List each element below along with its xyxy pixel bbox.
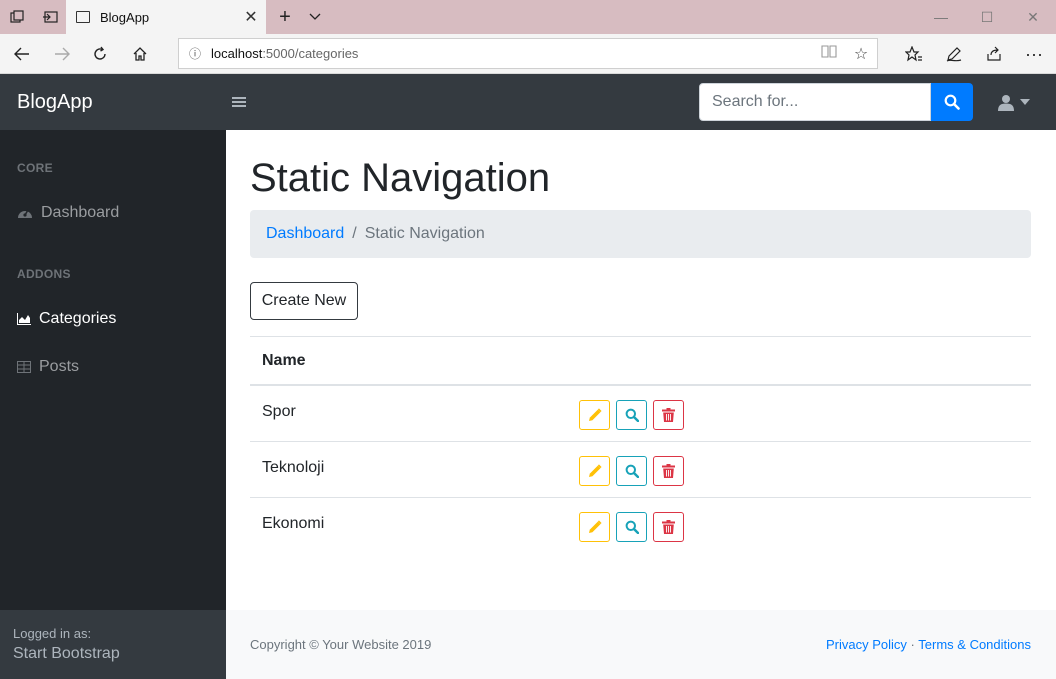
sidebar-item-dashboard[interactable]: Dashboard (17, 201, 119, 225)
pencil-icon (588, 520, 602, 533)
privacy-policy-link[interactable]: Privacy Policy (826, 637, 907, 652)
create-new-button[interactable]: Create New (250, 282, 358, 320)
edit-button[interactable] (579, 512, 610, 542)
sidebar-item-label: Categories (39, 310, 117, 327)
tab-title: BlogApp (100, 9, 150, 25)
delete-button[interactable] (653, 512, 684, 542)
edit-button[interactable] (579, 456, 610, 486)
refresh-icon[interactable] (80, 34, 120, 74)
area-chart-icon (17, 313, 39, 325)
pen-notes-icon[interactable] (934, 34, 974, 74)
delete-button[interactable] (653, 456, 684, 486)
forward-icon[interactable] (42, 34, 82, 74)
edit-button[interactable] (579, 400, 610, 430)
search-icon (625, 408, 639, 422)
browser-titlebar: BlogApp ✕ + — ☐ ✕ (0, 0, 1056, 34)
close-tab-icon[interactable]: ✕ (236, 0, 266, 34)
url-text[interactable]: localhost:5000/categories (211, 46, 813, 61)
sidebar-footer: Logged in as: Start Bootstrap (0, 610, 226, 679)
details-button[interactable] (616, 512, 647, 542)
breadcrumb: Dashboard / Static Navigation (250, 210, 1031, 258)
page-title: Static Navigation (250, 156, 551, 200)
trash-icon (662, 408, 675, 422)
sidebar: CORE Dashboard ADDONS Categories Posts L… (0, 130, 226, 679)
terms-link[interactable]: Terms & Conditions (918, 637, 1031, 652)
categories-table: Name Spor Teknoloji Ekonomi (250, 336, 1031, 554)
search-icon (625, 520, 639, 534)
caret-down-icon (1020, 99, 1030, 105)
sidebar-item-label: Posts (39, 358, 80, 375)
trash-icon (662, 520, 675, 534)
sidebar-item-posts[interactable]: Posts (17, 355, 79, 379)
sidebar-heading-addons: ADDONS (17, 267, 71, 281)
main-content: Static Navigation Dashboard / Static Nav… (226, 130, 1056, 679)
reading-view-icon[interactable] (813, 44, 845, 63)
footer-separator: · (910, 637, 915, 652)
category-name: Ekonomi (262, 515, 325, 532)
sidebar-heading-core: CORE (17, 161, 53, 175)
table-header-name: Name (250, 336, 1031, 386)
brand-link[interactable]: BlogApp (17, 74, 93, 130)
tab-manager-icon[interactable] (0, 0, 34, 34)
minimize-icon[interactable]: — (918, 0, 964, 34)
new-tab-icon[interactable]: + (270, 0, 300, 34)
search-input[interactable] (699, 83, 931, 121)
logged-in-label: Logged in as: (13, 626, 92, 641)
table-row: Ekonomi (250, 498, 1031, 554)
details-button[interactable] (616, 456, 647, 486)
user-dropdown[interactable] (998, 74, 1030, 130)
more-options-icon[interactable]: ··· (1014, 34, 1054, 74)
close-window-icon[interactable]: ✕ (1010, 0, 1056, 34)
trash-icon (662, 464, 675, 478)
details-button[interactable] (616, 400, 647, 430)
site-info-icon[interactable]: ⓘ (179, 45, 211, 62)
sidebar-item-categories[interactable]: Categories (17, 307, 116, 331)
browser-toolbar: ⓘ localhost:5000/categories ☆ ··· (0, 34, 1056, 74)
sidebar-item-label: Dashboard (41, 204, 120, 221)
search-form (699, 83, 973, 121)
footer-links: Privacy Policy · Terms & Conditions (826, 637, 1031, 652)
browser-tab[interactable]: BlogApp ✕ (66, 0, 266, 34)
page-icon (76, 11, 90, 23)
address-bar[interactable]: ⓘ localhost:5000/categories ☆ (178, 38, 878, 69)
page-footer: Copyright © Your Website 2019 Privacy Po… (226, 610, 1056, 679)
breadcrumb-dashboard-link[interactable]: Dashboard (266, 225, 344, 243)
pencil-icon (588, 408, 602, 421)
search-icon (625, 464, 639, 478)
sidebar-toggle-icon[interactable] (232, 74, 246, 130)
delete-button[interactable] (653, 400, 684, 430)
set-tabs-aside-icon[interactable] (34, 0, 66, 34)
favorite-star-icon[interactable]: ☆ (845, 44, 877, 64)
maximize-icon[interactable]: ☐ (964, 0, 1010, 34)
pencil-icon (588, 464, 602, 477)
search-button[interactable] (931, 83, 973, 121)
top-navbar: BlogApp (0, 74, 1056, 130)
share-icon[interactable] (974, 34, 1014, 74)
table-row: Teknoloji (250, 442, 1031, 498)
favorites-icon[interactable] (894, 34, 934, 74)
table-icon (17, 361, 39, 373)
copyright-text: Copyright © Your Website 2019 (250, 637, 432, 652)
home-icon[interactable] (120, 34, 160, 74)
category-name: Teknoloji (262, 459, 325, 476)
breadcrumb-separator: / (352, 225, 357, 242)
logged-in-user: Start Bootstrap (13, 645, 120, 662)
dashboard-gauge-icon (17, 206, 41, 220)
chevron-down-icon[interactable] (300, 0, 330, 34)
user-icon (998, 94, 1014, 111)
back-icon[interactable] (2, 34, 42, 74)
table-row: Spor (250, 386, 1031, 442)
breadcrumb-current: Static Navigation (364, 225, 485, 242)
category-name: Spor (262, 403, 296, 420)
search-icon (944, 94, 960, 110)
